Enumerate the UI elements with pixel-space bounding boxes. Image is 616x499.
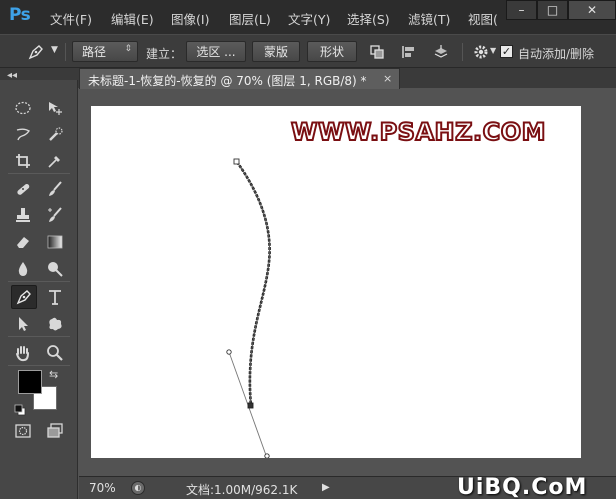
- auto-add-delete-checkbox[interactable]: ✓: [500, 45, 513, 58]
- custom-shape-icon[interactable]: [44, 313, 66, 335]
- divider: [8, 173, 70, 174]
- window-controls: – □ ✕: [506, 0, 616, 20]
- gradient-icon[interactable]: [44, 231, 66, 253]
- anchor-point[interactable]: [247, 402, 254, 409]
- menu-edit[interactable]: 编辑(E): [111, 9, 154, 28]
- document-title: 未标题-1-恢复的-恢复的 @ 70% (图层 1, RGB/8) *: [88, 74, 367, 88]
- pen-preset-icon[interactable]: [26, 42, 46, 62]
- preset-dropdown-arrow-icon[interactable]: ▼: [51, 45, 58, 55]
- swap-colors-icon[interactable]: ⇆: [49, 368, 58, 381]
- zoom-level[interactable]: 70%: [89, 481, 116, 495]
- gear-dropdown-arrow-icon[interactable]: ▼: [490, 46, 496, 55]
- divider: [8, 336, 70, 337]
- anchor-point[interactable]: [233, 158, 240, 165]
- brush-icon[interactable]: [44, 178, 66, 200]
- quick-selection-icon[interactable]: [44, 124, 66, 146]
- quick-mask-icon[interactable]: [12, 420, 34, 442]
- eyedropper-icon[interactable]: [44, 150, 66, 172]
- foreground-color-swatch[interactable]: [18, 370, 42, 394]
- blur-icon[interactable]: [12, 258, 34, 280]
- document-workspace: WWW.PSAHZ.COM: [79, 89, 616, 476]
- app-logo: Ps: [9, 5, 31, 25]
- crop-icon[interactable]: [12, 150, 34, 172]
- options-bar: ▼ 路径 ⇕ 建立： 选区 ... 蒙版 形状 ▼ ✓ 自动添加/删除: [0, 34, 616, 68]
- menu-view[interactable]: 视图(: [468, 9, 498, 28]
- menu-select[interactable]: 选择(S): [347, 9, 390, 28]
- lasso-icon[interactable]: [12, 124, 34, 146]
- history-brush-icon[interactable]: [44, 204, 66, 226]
- photoshop-window: Ps 文件(F) 编辑(E) 图像(I) 图层(L) 文字(Y) 选择(S) 滤…: [0, 0, 616, 499]
- spot-healing-icon[interactable]: [12, 178, 34, 200]
- screen-mode-icon[interactable]: [44, 420, 66, 442]
- marquee-icon[interactable]: [12, 97, 34, 119]
- direction-handle[interactable]: [226, 349, 232, 355]
- menu-image[interactable]: 图像(I): [171, 9, 209, 28]
- chevron-updown-icon: ⇕: [124, 44, 132, 54]
- default-colors-icon[interactable]: [14, 401, 26, 416]
- menu-filter[interactable]: 滤镜(T): [408, 9, 450, 28]
- clone-stamp-icon[interactable]: [12, 204, 34, 226]
- pen-path[interactable]: [91, 106, 581, 458]
- path-arrangement-icon[interactable]: [432, 43, 450, 61]
- mask-button[interactable]: 蒙版: [252, 41, 300, 62]
- hand-icon[interactable]: [12, 342, 34, 364]
- gear-icon[interactable]: [472, 43, 490, 61]
- move-icon[interactable]: [44, 97, 66, 119]
- type-icon[interactable]: [44, 286, 66, 308]
- document-size: 文档:1.00M/962.1K: [186, 483, 298, 497]
- auto-add-delete-label: 自动添加/删除: [518, 47, 595, 61]
- path-selection-icon[interactable]: [12, 313, 34, 335]
- divider: [8, 365, 70, 366]
- canvas[interactable]: WWW.PSAHZ.COM: [91, 106, 581, 458]
- divider: [8, 281, 70, 282]
- close-button[interactable]: ✕: [568, 0, 616, 20]
- menu-layer[interactable]: 图层(L): [229, 9, 271, 28]
- site-watermark: UiBQ.CoM: [457, 475, 588, 499]
- mode-select-value: 路径: [82, 45, 107, 59]
- zoom-icon[interactable]: [44, 342, 66, 364]
- status-bar: 70% ◐ 文档:1.00M/962.1K ▶ UiBQ.CoM: [79, 475, 616, 499]
- path-operations-icon[interactable]: [368, 43, 386, 61]
- menu-type[interactable]: 文字(Y): [288, 9, 330, 28]
- direction-handle[interactable]: [264, 453, 270, 458]
- make-label: 建立：: [146, 47, 183, 61]
- mode-select[interactable]: 路径 ⇕: [72, 41, 138, 62]
- minimize-button[interactable]: –: [506, 0, 537, 20]
- path-alignment-icon[interactable]: [400, 43, 418, 61]
- status-menu-arrow-icon[interactable]: ▶: [322, 482, 332, 494]
- dodge-icon[interactable]: [44, 258, 66, 280]
- menu-bar: Ps 文件(F) 编辑(E) 图像(I) 图层(L) 文字(Y) 选择(S) 滤…: [0, 0, 616, 34]
- restore-button[interactable]: □: [537, 0, 568, 20]
- menu-file[interactable]: 文件(F): [50, 9, 92, 28]
- selection-button[interactable]: 选区 ...: [186, 41, 246, 62]
- shape-button[interactable]: 形状: [307, 41, 357, 62]
- eraser-icon[interactable]: [12, 231, 34, 253]
- divider: [462, 43, 463, 61]
- pen-icon[interactable]: [11, 285, 37, 309]
- document-tab[interactable]: 未标题-1-恢复的-恢复的 @ 70% (图层 1, RGB/8) * ×: [79, 68, 400, 89]
- divider: [65, 43, 66, 61]
- close-tab-icon[interactable]: ×: [383, 72, 392, 85]
- status-info-icon[interactable]: ◐: [131, 481, 145, 495]
